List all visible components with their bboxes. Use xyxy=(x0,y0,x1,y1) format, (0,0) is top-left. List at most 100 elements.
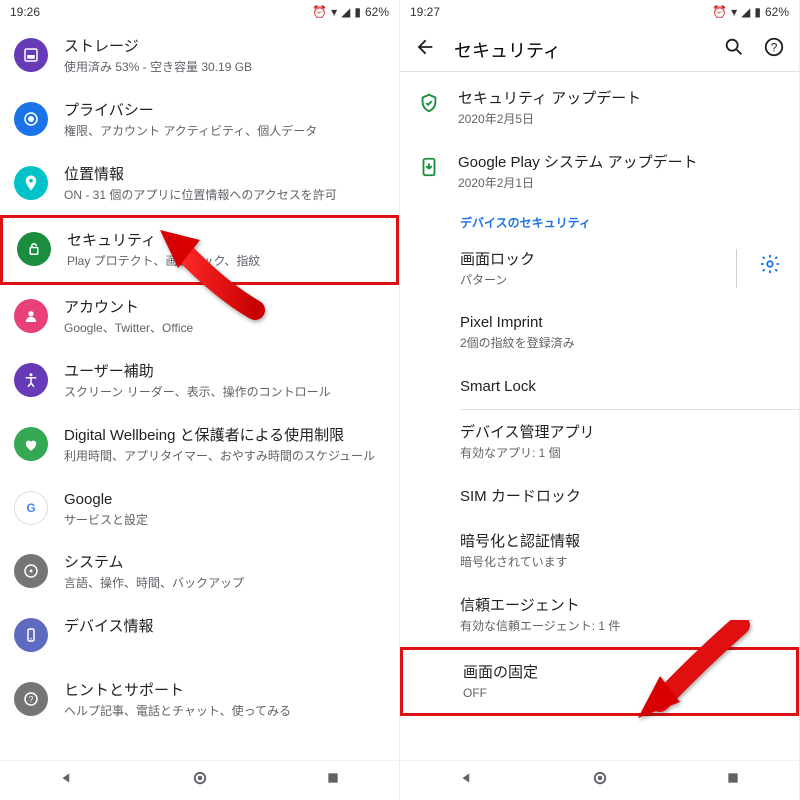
settings-list: ストレージ使用済み 53% - 空き容量 30.19 GBプライバシー権限、アカ… xyxy=(0,24,399,760)
alarm-icon: ⏰ xyxy=(312,5,327,19)
security-item[interactable]: デバイス管理アプリ有効なアプリ: 1 個 xyxy=(400,410,799,474)
security-item[interactable]: 信頼エージェント有効な信頼エージェント: 1 件 xyxy=(400,583,799,647)
item-title: 位置情報 xyxy=(64,164,385,185)
update-item[interactable]: セキュリティ アップデート2020年2月5日 xyxy=(400,76,799,140)
search-icon[interactable] xyxy=(723,36,745,63)
shield-icon xyxy=(416,90,442,116)
nav-home-icon[interactable] xyxy=(591,769,609,792)
item-title: セキュリティ xyxy=(67,230,382,251)
svg-text:?: ? xyxy=(29,695,34,704)
accessibility-icon xyxy=(14,363,48,397)
item-title: Pixel Imprint xyxy=(460,312,785,333)
item-sub: パターン xyxy=(460,272,718,289)
item-title: Google xyxy=(64,489,385,510)
item-sub: Google、Twitter、Office xyxy=(64,320,385,337)
item-title: アカウント xyxy=(64,297,385,318)
item-title: SIM カードロック xyxy=(460,486,785,507)
status-time: 19:26 xyxy=(10,5,40,19)
settings-item[interactable]: デバイス情報 xyxy=(0,604,399,668)
support-icon: ? xyxy=(14,682,48,716)
security-item[interactable]: 画面の固定 OFF xyxy=(400,647,799,717)
settings-item[interactable]: G Google サービスと設定 xyxy=(0,477,399,541)
settings-item[interactable]: セキュリティ Play プロテクト、画面ロック、指紋 xyxy=(0,215,399,285)
nav-recent-icon[interactable] xyxy=(325,770,341,791)
update-item[interactable]: Google Play システム アップデート 2020年2月1日 xyxy=(400,140,799,204)
help-icon[interactable]: ? xyxy=(763,36,785,63)
nav-back-icon[interactable] xyxy=(458,769,476,792)
storage-icon xyxy=(14,38,48,72)
right-panel: 19:27 ⏰ ▾ ◢ ▮ 62% セキュリティ ? セキュリティ アップデート… xyxy=(400,0,800,800)
item-title: ヒントとサポート xyxy=(64,680,385,701)
wifi-icon: ▾ xyxy=(731,5,737,19)
settings-item[interactable]: Digital Wellbeing と保護者による使用制限利用時間、アプリタイマ… xyxy=(0,413,399,477)
security-item[interactable]: Pixel Imprint 2個の指紋を登録済み xyxy=(400,300,799,364)
item-title: ユーザー補助 xyxy=(64,361,385,382)
nav-bar xyxy=(400,760,799,800)
item-sub: 2個の指紋を登録済み xyxy=(460,335,785,352)
back-icon[interactable] xyxy=(414,36,436,63)
item-sub: 有効なアプリ: 1 個 xyxy=(460,445,785,462)
item-title: 暗号化と認証情報 xyxy=(460,531,785,552)
settings-item[interactable]: プライバシー権限、アカウント アクティビティ、個人データ xyxy=(0,88,399,152)
item-sub: 利用時間、アプリタイマー、おやすみ時間のスケジュール xyxy=(64,448,385,465)
item-title: 信頼エージェント xyxy=(460,595,785,616)
status-bar: 19:26 ⏰ ▾ ◢ ▮ 62% xyxy=(0,0,399,24)
item-title: Digital Wellbeing と保護者による使用制限 xyxy=(64,425,385,446)
gear-icon[interactable] xyxy=(755,249,785,284)
security-item[interactable]: 暗号化と認証情報暗号化されています xyxy=(400,519,799,583)
item-title: Smart Lock xyxy=(460,376,785,397)
svg-text:G: G xyxy=(26,500,35,514)
nav-back-icon[interactable] xyxy=(58,769,76,792)
item-title: システム xyxy=(64,552,385,573)
alarm-icon: ⏰ xyxy=(712,5,727,19)
location-icon xyxy=(14,166,48,200)
security-icon xyxy=(17,232,51,266)
item-sub: サービスと設定 xyxy=(64,512,385,529)
signal-icon: ◢ xyxy=(341,5,350,19)
security-list: セキュリティ アップデート2020年2月5日Google Play システム ア… xyxy=(400,76,799,760)
item-sub: ON - 31 個のアプリに位置情報へのアクセスを許可 xyxy=(64,187,385,204)
google-icon: G xyxy=(14,491,48,525)
item-sub: ヘルプ記事、電話とチャット、使ってみる xyxy=(64,703,385,720)
settings-item[interactable]: 位置情報 ON - 31 個のアプリに位置情報へのアクセスを許可 xyxy=(0,152,399,216)
settings-item[interactable]: ? ヒントとサポートヘルプ記事、電話とチャット、使ってみる xyxy=(0,668,399,732)
item-title: ストレージ xyxy=(64,36,385,57)
battery-icon: ▮ xyxy=(754,5,761,19)
privacy-icon xyxy=(14,102,48,136)
item-title: Google Play システム アップデート xyxy=(458,152,785,173)
item-title: プライバシー xyxy=(64,100,385,121)
item-title: デバイス管理アプリ xyxy=(460,422,785,443)
section-header: デバイスのセキュリティ xyxy=(400,204,799,237)
status-time: 19:27 xyxy=(410,5,440,19)
settings-item[interactable]: ストレージ使用済み 53% - 空き容量 30.19 GB xyxy=(0,24,399,88)
item-sub: 2020年2月1日 xyxy=(458,175,785,192)
nav-home-icon[interactable] xyxy=(191,769,209,792)
wifi-icon: ▾ xyxy=(331,5,337,19)
item-title: デバイス情報 xyxy=(64,616,385,637)
settings-item[interactable]: ユーザー補助スクリーン リーダー、表示、操作のコントロール xyxy=(0,349,399,413)
app-bar: セキュリティ ? xyxy=(400,24,799,71)
left-panel: 19:26 ⏰ ▾ ◢ ▮ 62% ストレージ使用済み 53% - 空き容量 3… xyxy=(0,0,400,800)
settings-item[interactable]: システム言語、操作、時間、バックアップ xyxy=(0,540,399,604)
item-sub: 言語、操作、時間、バックアップ xyxy=(64,575,385,592)
item-title: 画面ロック xyxy=(460,249,718,270)
nav-bar xyxy=(0,760,399,800)
item-sub: 使用済み 53% - 空き容量 30.19 GB xyxy=(64,59,385,76)
security-item[interactable]: Smart Lock xyxy=(400,364,799,409)
security-item[interactable]: SIM カードロック xyxy=(400,474,799,519)
battery-icon: ▮ xyxy=(354,5,361,19)
item-sub: 2020年2月5日 xyxy=(458,111,785,128)
item-sub: OFF xyxy=(463,685,782,702)
item-title: 画面の固定 xyxy=(463,662,782,683)
item-sub xyxy=(64,639,385,656)
svg-text:?: ? xyxy=(771,41,778,55)
nav-recent-icon[interactable] xyxy=(725,770,741,791)
security-item[interactable]: 画面ロックパターン xyxy=(400,237,799,301)
item-sub: Play プロテクト、画面ロック、指紋 xyxy=(67,253,382,270)
item-sub: 暗号化されています xyxy=(460,554,785,571)
signal-icon: ◢ xyxy=(741,5,750,19)
settings-item[interactable]: アカウント Google、Twitter、Office xyxy=(0,285,399,349)
status-bar: 19:27 ⏰ ▾ ◢ ▮ 62% xyxy=(400,0,799,24)
item-sub: 有効な信頼エージェント: 1 件 xyxy=(460,618,785,635)
battery-pct: 62% xyxy=(765,5,789,19)
